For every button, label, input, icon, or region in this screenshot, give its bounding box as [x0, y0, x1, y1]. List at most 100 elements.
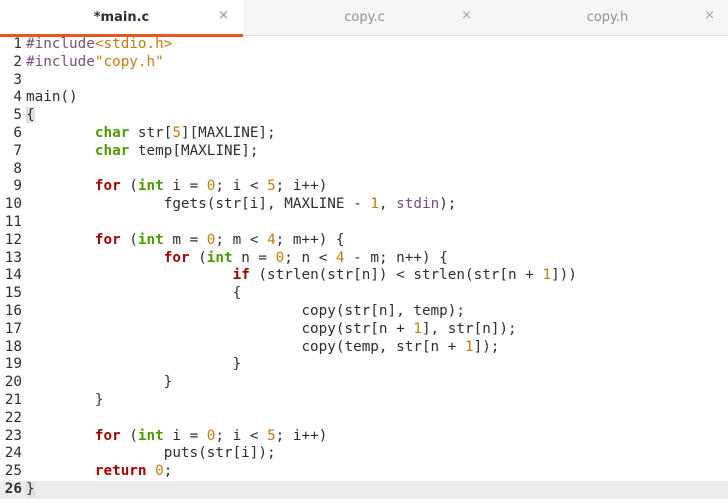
code-line[interactable]: 5{: [0, 107, 728, 125]
code-line[interactable]: 4 main(): [0, 89, 728, 107]
code-line[interactable]: 26}: [0, 480, 728, 499]
code-token: n =: [232, 249, 276, 266]
line-number: 19: [4, 356, 22, 373]
code-token: <stdio.h>: [94, 36, 173, 52]
line-number: 26: [4, 480, 22, 497]
code-token: m =: [163, 231, 207, 248]
code-line[interactable]: 8: [0, 161, 728, 179]
line-code: }: [26, 391, 104, 410]
code-line[interactable]: 22: [0, 410, 728, 428]
code-token: }: [26, 374, 173, 391]
code-token: (: [120, 231, 138, 248]
tab-label: copy.h: [586, 10, 629, 25]
code-token: (: [120, 427, 138, 444]
code-token: stdin: [396, 196, 440, 213]
code-line[interactable]: 16 copy(str[n], temp);: [0, 303, 728, 321]
code-line[interactable]: 23 for (int i = 0; i < 5; i++): [0, 428, 728, 446]
code-line[interactable]: 25 return 0;: [0, 463, 728, 481]
code-token: - m; n++) {: [344, 249, 448, 266]
line-number: 10: [4, 196, 22, 213]
code-token: if: [232, 267, 250, 284]
code-token: ; i++): [275, 178, 328, 195]
line-number: 24: [4, 445, 22, 462]
line-number: 1: [13, 36, 22, 52]
line-code: for (int i = 0; i < 5; i++): [26, 178, 327, 196]
code-token: ][MAXLINE];: [180, 124, 276, 141]
code-token: #include: [26, 53, 95, 70]
line-number: 4: [13, 89, 22, 106]
code-token: ])): [551, 267, 577, 284]
code-token: (: [120, 178, 138, 195]
tab-label: *main.c: [93, 10, 150, 25]
line-code: for (int i = 0; i < 5; i++): [26, 428, 327, 446]
code-token: i =: [163, 178, 207, 195]
line-number: 25: [4, 463, 22, 480]
code-line[interactable]: 18 copy(temp, str[n + 1]);: [0, 339, 728, 357]
code-token: i =: [163, 427, 207, 444]
line-number: 8: [13, 160, 22, 177]
tab-copy-c[interactable]: copy.c ×: [243, 0, 486, 36]
code-line[interactable]: 9 for (int i = 0; i < 5; i++): [0, 178, 728, 196]
code-token: }: [26, 391, 104, 408]
code-line[interactable]: 1 #include<stdio.h>: [0, 36, 728, 54]
code-line[interactable]: 12 for (int m = 0; m < 4; m++) {: [0, 232, 728, 250]
code-token: 5: [172, 124, 181, 141]
code-line[interactable]: 17 copy(str[n + 1], str[n]);: [0, 321, 728, 339]
code-editor[interactable]: 1 #include<stdio.h> 2 #include"copy.h" 3 4 mai…: [0, 36, 728, 503]
line-code: fgets(str[i], MAXLINE - 1, stdin);: [26, 196, 457, 214]
line-code: #include"copy.h": [26, 54, 164, 72]
code-token: fgets(str[i], MAXLINE -: [26, 196, 371, 213]
code-line[interactable]: 7 char temp[MAXLINE];: [0, 143, 728, 161]
code-line[interactable]: 6 char str[5][MAXLINE];: [0, 125, 728, 143]
tab-main-c[interactable]: *main.c ×: [0, 0, 243, 37]
line-code: copy(str[n + 1], str[n]);: [26, 321, 516, 339]
line-code: copy(str[n], temp);: [26, 303, 465, 321]
code-token: ; m++) {: [275, 231, 345, 248]
line-code: return 0;: [26, 463, 172, 481]
code-token: temp[MAXLINE];: [129, 142, 259, 159]
line-number: 14: [4, 267, 22, 284]
line-number: 6: [13, 124, 22, 141]
tab-copy-h[interactable]: copy.h ×: [486, 0, 728, 36]
code-token: for: [94, 231, 121, 248]
code-line[interactable]: 2 #include"copy.h": [0, 54, 728, 72]
close-icon[interactable]: ×: [704, 8, 715, 23]
code-line[interactable]: 15 {: [0, 285, 728, 303]
close-icon[interactable]: ×: [218, 8, 229, 23]
line-code: {: [26, 107, 35, 125]
code-token: }: [26, 480, 35, 497]
code-token: 5: [267, 178, 276, 195]
code-line[interactable]: 24 puts(str[i]);: [0, 445, 728, 463]
code-line[interactable]: 21 }: [0, 392, 728, 410]
code-token: char: [94, 124, 130, 141]
code-token: for: [94, 427, 121, 444]
code-token: ; n <: [284, 249, 336, 266]
code-line[interactable]: 19 }: [0, 356, 728, 374]
close-icon[interactable]: ×: [461, 8, 472, 23]
code-line[interactable]: 14 if (strlen(str[n]) < strlen(str[n + 1…: [0, 267, 728, 285]
line-number: 2: [13, 53, 22, 70]
code-token: ; m <: [215, 231, 268, 248]
code-token: 1: [464, 338, 474, 355]
code-token: 5: [267, 427, 276, 444]
line-code: for (int m = 0; m < 4; m++) {: [26, 232, 345, 250]
code-line[interactable]: 13 for (int n = 0; n < 4 - m; n++) {: [0, 250, 728, 268]
code-line[interactable]: 11: [0, 214, 728, 232]
code-token: (strlen(str[n]) < strlen(str[n +: [249, 267, 543, 284]
line-number: 21: [4, 391, 22, 408]
line-code: char str[5][MAXLINE];: [26, 125, 276, 143]
code-line[interactable]: 3: [0, 72, 728, 90]
code-token: copy(temp, str[n +: [26, 338, 465, 355]
code-token: for: [94, 178, 121, 195]
code-token: char: [94, 142, 130, 159]
tab-bar: *main.c × copy.c × copy.h ×: [0, 0, 728, 37]
code-line[interactable]: 10 fgets(str[i], MAXLINE - 1, stdin);: [0, 196, 728, 214]
code-line[interactable]: 20 }: [0, 374, 728, 392]
line-code: {: [26, 285, 242, 303]
code-token: "copy.h": [94, 53, 164, 70]
